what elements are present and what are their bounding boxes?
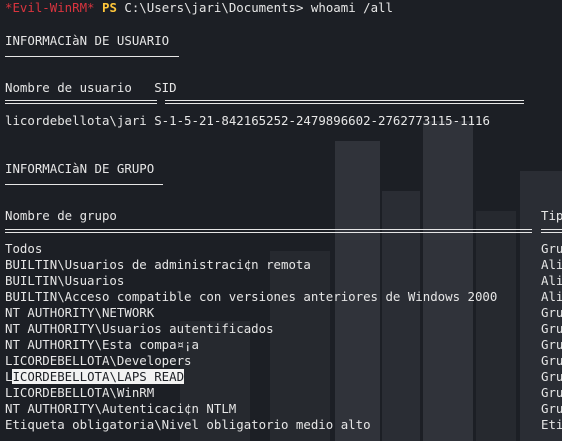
group-row: BUILTIN\Usuarios — [5, 273, 125, 288]
group-col-separator — [5, 229, 532, 233]
group-row: BUILTIN\Acceso compatible con versiones … — [5, 289, 498, 304]
group-row: BUILTIN\Usuarios de administraci¢n remot… — [5, 257, 311, 272]
sid-col-separator — [165, 100, 524, 104]
group-row: LICORDEBELLOTA\Developers — [5, 353, 192, 368]
prompt-path: C:\Users\jari\Documents> — [124, 0, 304, 15]
group-type: Gru — [541, 369, 562, 384]
user-col-separator — [5, 100, 157, 104]
group-type: Gru — [541, 305, 562, 320]
group-section-title: INFORMACIàN DE GRUPO — [5, 161, 155, 176]
command-text: whoami /all — [310, 0, 393, 15]
group-row: NT AUTHORITY\Esta compa¤¡a — [5, 337, 199, 352]
text-selection[interactable]: ICORDEBELLOTA\LAPS READ — [12, 369, 185, 384]
prompt-line: *Evil-WinRM* PS C:\Users\jari\Documents>… — [5, 0, 393, 16]
user-table-header: Nombre de usuario SID — [5, 80, 177, 96]
group-row: Todos — [5, 241, 43, 256]
group-row: NT AUTHORITY\Usuarios autentificados — [5, 321, 274, 336]
user-title-underline — [5, 56, 179, 57]
group-col-header: Nombre de grupo — [5, 208, 117, 223]
group-type: Gru — [541, 241, 562, 256]
prompt-shell: PS — [102, 0, 117, 15]
group-type: Gru — [541, 401, 562, 416]
user-value: licordebellota\jari — [5, 113, 147, 128]
terminal-output[interactable]: *Evil-WinRM* PS C:\Users\jari\Documents>… — [0, 0, 562, 441]
group-type: Ali — [541, 273, 562, 288]
group-type: Ali — [541, 289, 562, 304]
group-type: Ali — [541, 257, 562, 272]
group-row: Etiqueta obligatoria\Nivel obligatorio m… — [5, 417, 371, 432]
sid-value: S-1-5-21-842165252-2479896602-2762773115… — [154, 113, 490, 128]
type-col-header: Tip — [541, 208, 562, 223]
group-row: NT AUTHORITY\Autenticaci¢n NTLM — [5, 401, 237, 416]
group-type: Gru — [541, 321, 562, 336]
group-type: Etiq — [541, 417, 562, 432]
user-section-title: INFORMACIàN DE USUARIO — [5, 33, 170, 48]
type-col-separator — [541, 229, 562, 233]
group-type: Gru — [541, 337, 562, 352]
group-row: NT AUTHORITY\NETWORK — [5, 305, 155, 320]
col-sid-header: SID — [154, 80, 177, 95]
group-row: LICORDEBELLOTA\WinRM — [5, 385, 155, 400]
prompt-host: *Evil-WinRM* — [5, 0, 95, 15]
group-type: Gru — [541, 385, 562, 400]
group-type: Gru — [541, 353, 562, 368]
group-row-selected[interactable]: LICORDEBELLOTA\LAPS READ — [5, 369, 185, 385]
user-row: licordebellota\jari S-1-5-21-842165252-2… — [5, 113, 490, 129]
col-user-header: Nombre de usuario — [5, 80, 132, 95]
group-title-underline — [5, 184, 163, 185]
